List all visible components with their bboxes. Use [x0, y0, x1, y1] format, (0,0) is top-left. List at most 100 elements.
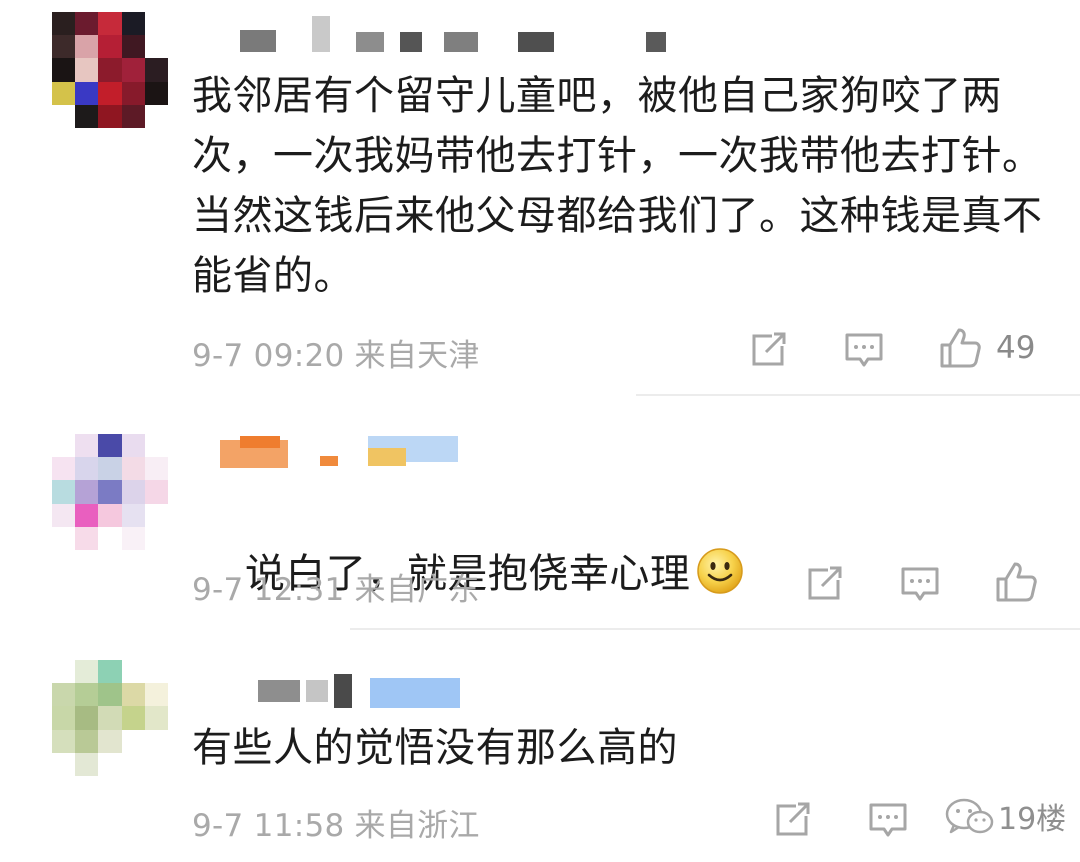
avatar-mosaic-cell — [52, 35, 76, 59]
avatar-mosaic-cell — [98, 81, 122, 105]
timestamp: 9-7 09:20 — [192, 338, 345, 374]
avatar-mosaic-cell — [75, 503, 99, 527]
divider — [350, 628, 1080, 630]
like-button[interactable] — [938, 326, 982, 370]
avatar-mosaic-cell — [52, 503, 76, 527]
avatar-mosaic-cell — [98, 752, 122, 776]
comment-meta: 9-7 11:58 来自浙江 — [192, 800, 480, 845]
like-count: 49 — [996, 330, 1036, 366]
username-blurred[interactable] — [240, 16, 670, 52]
avatar-mosaic-cell — [121, 434, 145, 458]
avatar-mosaic-cell — [52, 752, 76, 776]
avatar-mosaic-cell — [52, 81, 76, 105]
avatar-mosaic-cell — [98, 457, 122, 481]
comment-meta: 9-7 09:20 来自天津 — [192, 330, 480, 375]
avatar-mosaic-cell — [121, 81, 145, 105]
avatar-mosaic-cell — [52, 480, 76, 504]
avatar-mosaic-cell — [144, 683, 168, 707]
avatar-mosaic-cell — [144, 58, 168, 82]
avatar-mosaic-cell — [75, 729, 99, 753]
avatar-mosaic-cell — [144, 752, 168, 776]
comment-text: 有些人的觉悟没有那么高的 — [192, 725, 678, 771]
location: 来自广东 — [354, 572, 480, 608]
avatar-mosaic-cell — [98, 58, 122, 82]
avatar-mosaic-cell — [52, 683, 76, 707]
avatar-mosaic-cell — [52, 729, 76, 753]
avatar-mosaic-cell — [144, 706, 168, 730]
avatar-mosaic-cell — [52, 660, 76, 684]
thumbs-up-icon — [940, 328, 981, 368]
avatar-mosaic-cell — [75, 526, 99, 550]
avatar[interactable] — [52, 12, 168, 128]
avatar-mosaic-cell — [98, 526, 122, 550]
avatar-mosaic-cell — [121, 503, 145, 527]
avatar-mosaic-cell — [52, 104, 76, 128]
divider — [636, 394, 1080, 396]
avatar-mosaic-cell — [121, 683, 145, 707]
location: 来自浙江 — [354, 808, 480, 844]
like-button[interactable] — [994, 560, 1038, 604]
avatar-mosaic-cell — [52, 434, 76, 458]
comment-icon[interactable] — [842, 328, 886, 372]
comment-meta: 9-7 12:31 来自广东 — [192, 564, 480, 609]
avatar-mosaic-cell — [52, 457, 76, 481]
avatar-mosaic-cell — [98, 706, 122, 730]
avatar-mosaic-cell — [121, 104, 145, 128]
location: 来自天津 — [354, 338, 480, 374]
avatar-mosaic-cell — [144, 81, 168, 105]
comment-icon[interactable] — [866, 798, 910, 842]
avatar-mosaic-cell — [144, 35, 168, 59]
avatar-mosaic-cell — [75, 58, 99, 82]
avatar-mosaic-cell — [75, 12, 99, 36]
avatar-mosaic-cell — [98, 35, 122, 59]
avatar-mosaic-cell — [98, 660, 122, 684]
avatar-mosaic-cell — [144, 12, 168, 36]
avatar-mosaic-cell — [98, 503, 122, 527]
share-icon[interactable] — [770, 798, 814, 842]
avatar-mosaic-cell — [98, 683, 122, 707]
username-blurred[interactable] — [230, 674, 470, 708]
avatar-mosaic-cell — [52, 706, 76, 730]
avatar-mosaic-cell — [121, 480, 145, 504]
avatar-mosaic-cell — [75, 752, 99, 776]
comment-icon[interactable] — [898, 562, 942, 606]
avatar-mosaic-cell — [75, 660, 99, 684]
avatar-mosaic-cell — [144, 480, 168, 504]
avatar-mosaic-cell — [144, 729, 168, 753]
avatar-mosaic-cell — [98, 729, 122, 753]
comment-text: 我邻居有个留守儿童吧，被他自己家狗咬了两次，一次我妈带他去打针，一次我带他去打针… — [192, 73, 1043, 299]
watermark: 19楼 — [942, 794, 1066, 838]
avatar[interactable] — [52, 660, 168, 776]
avatar-mosaic-cell — [144, 434, 168, 458]
watermark-text: 19楼 — [998, 802, 1067, 837]
avatar-mosaic-cell — [121, 526, 145, 550]
avatar-mosaic-cell — [75, 104, 99, 128]
wechat-logo-icon — [945, 798, 994, 834]
avatar-mosaic-cell — [144, 660, 168, 684]
avatar-mosaic-cell — [75, 35, 99, 59]
avatar-mosaic-cell — [75, 480, 99, 504]
thumbs-up-icon — [996, 562, 1037, 602]
avatar-mosaic-cell — [75, 434, 99, 458]
avatar[interactable] — [52, 434, 168, 550]
avatar-mosaic-cell — [75, 457, 99, 481]
avatar-mosaic-cell — [144, 526, 168, 550]
avatar-mosaic-cell — [144, 104, 168, 128]
avatar-mosaic-cell — [98, 12, 122, 36]
avatar-mosaic-cell — [52, 58, 76, 82]
avatar-mosaic-cell — [75, 683, 99, 707]
avatar-mosaic-cell — [98, 104, 122, 128]
avatar-mosaic-cell — [144, 503, 168, 527]
avatar-mosaic-cell — [121, 729, 145, 753]
avatar-mosaic-cell — [121, 706, 145, 730]
avatar-mosaic-cell — [75, 81, 99, 105]
smiley-emoji — [696, 547, 744, 595]
share-icon[interactable] — [802, 562, 846, 606]
username-blurred[interactable] — [210, 436, 470, 468]
avatar-mosaic-cell — [144, 457, 168, 481]
avatar-mosaic-cell — [52, 526, 76, 550]
avatar-mosaic-cell — [98, 480, 122, 504]
avatar-mosaic-cell — [52, 12, 76, 36]
avatar-mosaic-cell — [121, 12, 145, 36]
share-icon[interactable] — [746, 328, 790, 372]
